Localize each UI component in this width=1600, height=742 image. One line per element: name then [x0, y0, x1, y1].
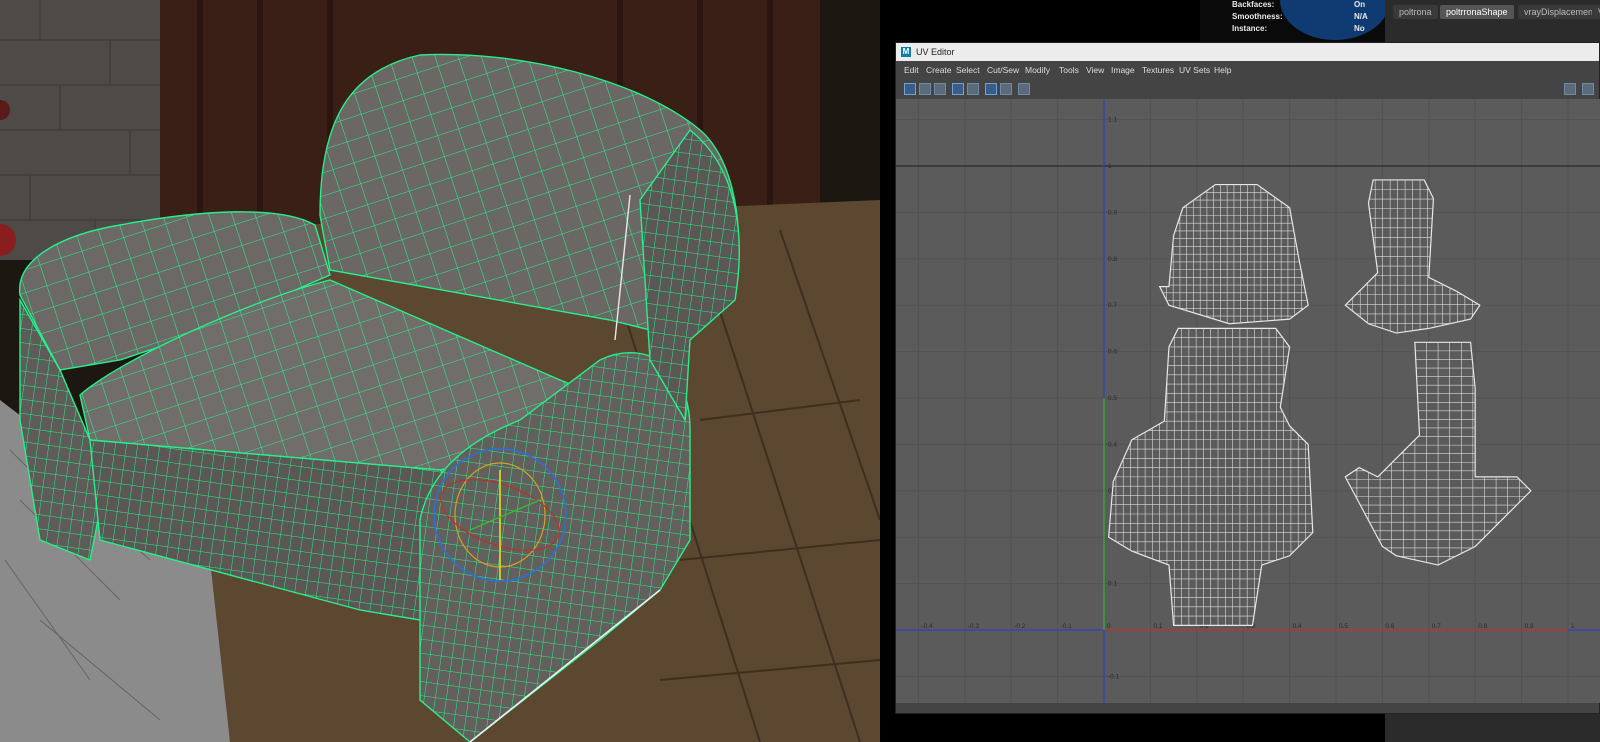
uv-editor-titlebar[interactable]: M UV Editor [896, 43, 1599, 61]
u-tick-label: -0.1 [1061, 623, 1073, 630]
u-tick-label: -0.2 [1014, 623, 1026, 630]
uv-editor-window[interactable]: M UV Editor Edit Create Select Cut/Sew M… [895, 42, 1600, 714]
viewport-scene [0, 0, 880, 742]
uv-image-icon[interactable] [1564, 83, 1576, 95]
menu-image[interactable]: Image [1111, 61, 1135, 79]
uv-stack-icon[interactable] [919, 83, 931, 95]
uv-layout-icon[interactable] [934, 83, 946, 95]
uv-split-icon[interactable] [967, 83, 979, 95]
tab-poltrronashape[interactable]: poltrronaShape [1440, 5, 1514, 19]
tab-poltrona[interactable]: poltrona [1393, 5, 1438, 19]
tab-v[interactable]: V [1592, 5, 1600, 19]
overlay-decoration [1280, 0, 1390, 40]
uv-graph: 1.110.90.80.70.60.50.40.30.20.1-0.1-0.4-… [896, 99, 1600, 703]
u-tick-label: 0.9 [1525, 623, 1534, 630]
attr-label: Smoothness: [1232, 12, 1283, 21]
attr-value: N/A [1354, 12, 1368, 21]
uv-canvas[interactable]: 1.110.90.80.70.60.50.40.30.20.1-0.1-0.4-… [896, 99, 1600, 703]
v-tick-label: 0.9 [1108, 209, 1117, 216]
menu-select[interactable]: Select [956, 61, 980, 79]
u-tick-label: 0.7 [1432, 623, 1441, 630]
u-tick-label: 0.1 [1153, 623, 1162, 630]
u-tick-label: 0.8 [1478, 623, 1487, 630]
3d-viewport[interactable] [0, 0, 880, 742]
menu-help[interactable]: Help [1214, 61, 1231, 79]
uv-frame-icon[interactable] [952, 83, 964, 95]
v-tick-label: 0.8 [1108, 256, 1117, 263]
menu-modify[interactable]: Modify [1025, 61, 1050, 79]
attr-value: No [1354, 24, 1365, 33]
uv-sphere-icon[interactable] [1000, 83, 1012, 95]
u-tick-label: -0.4 [921, 623, 933, 630]
menu-view[interactable]: View [1086, 61, 1104, 79]
menu-uv-sets[interactable]: UV Sets [1179, 61, 1210, 79]
v-tick-label: 0.1 [1108, 581, 1117, 588]
v-tick-label: 1 [1108, 163, 1112, 170]
menu-textures[interactable]: Textures [1142, 61, 1174, 79]
attribute-editor-footer [1385, 714, 1600, 742]
v-tick-label: 0.6 [1108, 349, 1117, 356]
v-tick-label: 0.4 [1108, 441, 1117, 448]
attr-value: On [1354, 0, 1366, 9]
attr-row-instance: Instance: No [1232, 24, 1365, 36]
uv-checker-icon[interactable] [985, 83, 997, 95]
uv-editor-toolbar [896, 79, 1599, 99]
attr-label: Instance: [1232, 24, 1268, 33]
menu-tools[interactable]: Tools [1059, 61, 1079, 79]
maya-logo-icon: M [901, 47, 911, 57]
u-tick-label: 0.5 [1339, 623, 1348, 630]
uv-editor-title: UV Editor [916, 47, 955, 57]
uv-checkerboard-icon[interactable] [1582, 83, 1594, 95]
v-tick-label: 1.1 [1108, 117, 1117, 124]
attr-row-smoothness: Smoothness: N/A [1232, 12, 1368, 24]
u-tick-label: 0.6 [1385, 623, 1394, 630]
attr-label: Backfaces: [1232, 0, 1275, 9]
menu-create[interactable]: Create [926, 61, 952, 79]
v-tick-label: 0.5 [1108, 395, 1117, 402]
u-tick-label: 0 [1107, 623, 1111, 630]
tab-vraydisplacement[interactable]: vrayDisplacement [1518, 5, 1600, 19]
uv-grid-icon[interactable] [904, 83, 916, 95]
v-tick-label: 0.7 [1108, 302, 1117, 309]
u-tick-label: 0.4 [1293, 623, 1302, 630]
u-tick-label: 1 [1571, 623, 1575, 630]
u-tick-label: -0.3 [968, 623, 980, 630]
attr-row-backfaces: Backfaces: On [1232, 0, 1365, 12]
menu-cut-sew[interactable]: Cut/Sew [987, 61, 1019, 79]
uv-snapshot-icon[interactable] [1018, 83, 1030, 95]
uv-editor-menubar: Edit Create Select Cut/Sew Modify Tools … [896, 61, 1599, 79]
menu-edit[interactable]: Edit [904, 61, 919, 79]
uv-shell-arm-side-mesh [1345, 342, 1531, 566]
attribute-overlay: Backfaces: On Smoothness: N/A Instance: … [1200, 0, 1390, 42]
attribute-editor-tabs: poltrona poltrronaShape vrayDisplacement… [1385, 0, 1600, 42]
v-tick-label: -0.1 [1108, 673, 1120, 680]
